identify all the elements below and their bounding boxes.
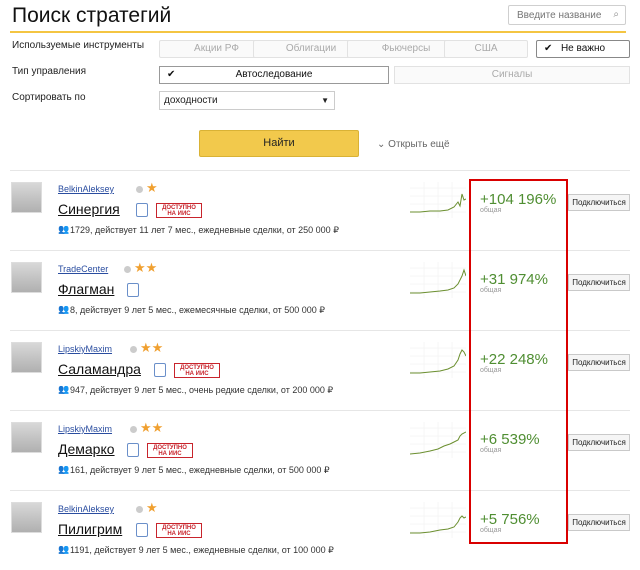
avatar [11,182,42,213]
check-icon: ✔ [544,43,553,54]
chip-label: Не важно [560,43,606,54]
avatar [11,342,42,373]
autofollow-robot-icon [154,363,166,377]
rating-stars: ★★ [134,260,158,275]
autofollow-robot-icon [127,283,139,297]
author-link[interactable]: LipskiyMaxim [58,344,112,354]
returns-highlight-box [469,179,568,544]
strategy-meta: 947, действует 9 лет 5 мес., очень редки… [70,385,334,395]
strategy-name-link[interactable]: Флагман [58,281,114,297]
followers-icon: 👥 [58,384,70,394]
strategy-name-link[interactable]: Пилигрим [58,521,122,537]
iis-badge: ДОСТУПНО НА ИИС [147,443,193,458]
sparkline-chart [410,502,466,538]
sort-select[interactable]: доходности ▼ [159,91,335,110]
connect-button[interactable]: Подключиться [568,514,630,531]
dropdown-arrow-icon: ▼ [321,96,329,105]
chip-label: Фьючерсы [381,43,431,54]
find-button[interactable]: Найти [199,130,359,157]
chevron-down-icon: ⌄ [377,139,386,150]
status-dot-icon [130,346,137,353]
connect-button[interactable]: Подключиться [568,434,630,451]
iis-badge: ДОСТУПНО НА ИИС [174,363,220,378]
strategy-meta: 1729, действует 11 лет 7 мес., ежедневны… [70,225,339,235]
sparkline-chart [410,182,466,218]
rating-stars: ★★ [140,340,164,355]
strategy-meta: 161, действует 9 лет 5 мес., ежедневные … [70,465,330,475]
tab-label: Сигналы [491,69,533,80]
strategy-name-link[interactable]: Демарко [58,441,115,457]
chip-label: США [474,43,498,54]
rating-stars: ★ [146,500,158,515]
status-dot-icon [136,506,143,513]
open-more-link[interactable]: ⌄ Открыть ещё [377,139,450,150]
instruments-label: Используемые инструменты [12,40,145,51]
iis-badge: ДОСТУПНО НА ИИС [156,203,202,218]
sparkline-chart [410,422,466,458]
followers-icon: 👥 [58,464,70,474]
status-dot-icon [130,426,137,433]
connect-button[interactable]: Подключиться [568,274,630,291]
search-icon: ⌕ [613,9,619,20]
strategy-name-link[interactable]: Саламандра [58,361,141,377]
author-link[interactable]: LipskiyMaxim [58,424,112,434]
connect-button[interactable]: Подключиться [568,194,630,211]
open-more-label: Открыть ещё [388,139,450,150]
tab-autofollow[interactable]: ✔ Автоследование [159,66,389,84]
sparkline-chart [410,262,466,298]
chip-usa[interactable]: США [444,40,528,58]
followers-icon: 👥 [58,304,70,314]
tab-label: Автоследование [235,69,313,80]
iis-badge: ДОСТУПНО НА ИИС [156,523,202,538]
sparkline-chart [410,342,466,378]
chip-any[interactable]: ✔ Не важно [536,40,630,58]
connect-button[interactable]: Подключиться [568,354,630,371]
autofollow-robot-icon [136,203,148,217]
chip-label: Облигации [285,43,337,54]
avatar [11,262,42,293]
author-link[interactable]: TradeCenter [58,264,108,274]
author-link[interactable]: BelkinAleksey [58,184,114,194]
tab-signals[interactable]: Сигналы [394,66,630,84]
management-label: Тип управления [12,66,86,77]
search-field[interactable]: ⌕ [508,5,626,25]
avatar [11,422,42,453]
strategy-meta: 1191, действует 9 лет 5 мес., ежедневные… [70,545,334,555]
rating-stars: ★★ [140,420,164,435]
strategy-name-link[interactable]: Синергия [58,201,120,217]
autofollow-robot-icon [127,443,139,457]
author-link[interactable]: BelkinAleksey [58,504,114,514]
page-title: Поиск стратегий [12,4,172,27]
check-icon: ✔ [167,69,176,80]
followers-icon: 👥 [58,224,70,234]
sort-label: Сортировать по [12,92,86,103]
followers-icon: 👥 [58,544,70,554]
autofollow-robot-icon [136,523,148,537]
rating-stars: ★ [146,180,158,195]
avatar [11,502,42,533]
status-dot-icon [124,266,131,273]
search-input[interactable] [509,7,609,23]
sort-value: доходности [164,95,218,106]
chip-label: Акции РФ [194,43,239,54]
title-underline [10,31,626,33]
status-dot-icon [136,186,143,193]
strategy-meta: 8, действует 9 лет 5 мес., ежемесячные с… [70,305,326,315]
